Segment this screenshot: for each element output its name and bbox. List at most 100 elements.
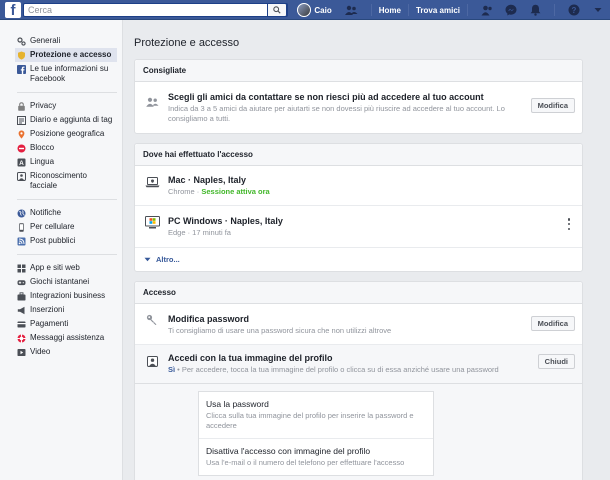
sidebar-item-giochi[interactable]: Giochi istantanei (17, 275, 117, 289)
mobile-icon (17, 222, 26, 232)
search-icon (273, 6, 281, 14)
sidebar-item-integrazioni[interactable]: Integrazioni business (17, 289, 117, 303)
sidebar-item-label: Generali (30, 36, 61, 45)
sidebar-item-label: Video (30, 347, 51, 356)
sidebar-item-label: Diario e aggiunta di tag (30, 115, 113, 124)
disable-profile-picture-login-option[interactable]: Disattiva l'accesso con immagine del pro… (199, 438, 433, 475)
profile-link[interactable]: Caio (314, 6, 331, 15)
chevron-down-icon (144, 257, 151, 262)
laptop-icon (144, 175, 160, 189)
search-button[interactable] (267, 3, 287, 17)
avatar[interactable] (297, 3, 312, 17)
session-row: Mac · Naples, Italy Chrome · Sessione at… (135, 166, 582, 205)
sidebar-item-diario[interactable]: Diario e aggiunta di tag (17, 113, 117, 127)
show-more-sessions-link[interactable]: Altro... (135, 247, 582, 271)
sidebar-item-label: Giochi istantanei (30, 277, 90, 286)
sessions-card: Dove hai effettuato l'accesso Mac · Napl… (134, 143, 583, 272)
session-row: PC Windows · Naples, Italy Edge · 17 min… (135, 205, 582, 247)
sidebar-item-app-e-siti[interactable]: App e siti web (17, 261, 117, 275)
notifications-icon[interactable] (528, 3, 542, 17)
sidebar-group-notifications: Notifiche Per cellulare Post pubblici (17, 206, 117, 255)
sidebar-item-label: Messaggi assistenza (30, 333, 105, 342)
divider (467, 4, 468, 16)
apps-icon (17, 264, 26, 273)
block-icon (17, 144, 26, 153)
games-icon (17, 278, 26, 287)
trusted-contacts-title: Scegli gli amici da contattare se non ri… (168, 92, 484, 102)
login-header: Accesso (135, 282, 582, 304)
sidebar-item-messaggi-assistenza[interactable]: Messaggi assistenza (17, 331, 117, 345)
globe-icon (17, 209, 26, 218)
sidebar-item-posizione[interactable]: Posizione geografica (17, 127, 117, 141)
edit-trusted-contacts-button[interactable]: Modifica (530, 98, 575, 113)
search-input[interactable] (28, 4, 268, 16)
people-icon[interactable] (345, 3, 359, 17)
sidebar-item-label: Inserzioni (30, 305, 65, 314)
nav-right: Caio Home Trova amici ? (297, 0, 610, 20)
change-password-description: Ti consigliamo di usare una password sic… (168, 326, 392, 335)
facebook-logo[interactable]: f (5, 2, 21, 18)
profile-picture-login-title: Accedi con la tua immagine del profilo (168, 353, 333, 363)
sidebar-item-label: Post pubblici (30, 236, 76, 245)
login-card: Accesso Modifica password Ti consigliamo… (134, 281, 583, 480)
sidebar-item-pagamenti[interactable]: Pagamenti (17, 317, 117, 331)
use-password-option[interactable]: Usa la password Clicca sulla tua immagin… (199, 392, 433, 438)
change-password-button[interactable]: Modifica (530, 316, 575, 331)
sidebar-item-generali[interactable]: Generali (17, 34, 117, 48)
sidebar-item-notifiche[interactable]: Notifiche (17, 206, 117, 220)
sidebar-item-privacy[interactable]: Privacy (17, 99, 117, 113)
profile-picture-login-row: Accedi con la tua immagine del profilo S… (135, 344, 582, 383)
sidebar-item-label: Le tue informazioni su Facebook (30, 64, 109, 83)
profile-picture-options-box: Usa la password Clicca sulla tua immagin… (198, 391, 434, 476)
session-meta: Chrome · Sessione attiva ora (168, 187, 518, 197)
sidebar-item-label: Riconoscimento facciale (30, 171, 87, 190)
recommended-header: Consigliate (135, 60, 582, 82)
help-icon[interactable]: ? (567, 3, 581, 17)
shield-icon (17, 51, 26, 60)
language-icon: A (17, 158, 26, 167)
option-description: Usa l'e-mail o il numero del telefono pe… (206, 458, 405, 467)
business-icon (17, 291, 26, 301)
find-friends-link[interactable]: Trova amici (416, 6, 460, 15)
option-title: Disattiva l'accesso con immagine del pro… (206, 446, 371, 456)
recommended-card: Consigliate Scegli gli amici da contatta… (134, 59, 583, 134)
svg-text:A: A (19, 160, 24, 167)
change-password-row: Modifica password Ti consigliamo di usar… (135, 304, 582, 344)
session-options-icon[interactable] (567, 218, 571, 230)
messenger-icon[interactable] (504, 3, 518, 17)
facebook-icon (17, 64, 26, 74)
profile-picture-icon (144, 354, 160, 368)
settings-sidebar: Generali Protezione e accesso Le tue inf… (0, 20, 123, 480)
video-icon (17, 348, 26, 357)
close-button[interactable]: Chiudi (537, 354, 575, 369)
windows-pc-icon (144, 215, 160, 229)
profile-picture-login-detail: • Per accedere, tocca la tua immagine de… (175, 365, 499, 374)
sidebar-item-label: Lingua (30, 157, 55, 166)
sidebar-item-inserzioni[interactable]: Inserzioni (17, 303, 117, 317)
sidebar-item-post-pubblici[interactable]: Post pubblici (17, 234, 117, 248)
sidebar-group-privacy: Privacy Diario e aggiunta di tag Posizio… (17, 99, 117, 200)
sidebar-item-riconoscimento[interactable]: Riconoscimento facciale (17, 169, 117, 193)
account-menu-chevron-icon[interactable] (591, 3, 605, 17)
sidebar-item-lingua[interactable]: A Lingua (17, 155, 117, 169)
sidebar-item-label: Blocco (30, 143, 55, 152)
sidebar-item-per-cellulare[interactable]: Per cellulare (17, 220, 117, 234)
sidebar-item-label: Pagamenti (30, 319, 69, 328)
session-meta: Edge · 17 minuti fa (168, 228, 231, 237)
lock-icon (17, 101, 26, 111)
friend-requests-icon[interactable] (480, 3, 494, 17)
divider (554, 4, 555, 16)
sidebar-item-le-tue-informazioni[interactable]: Le tue informazioni su Facebook (17, 62, 117, 86)
top-navigation-bar: f Caio Home Trova amici ? (0, 0, 610, 20)
change-password-title: Modifica password (168, 314, 250, 324)
sidebar-item-video[interactable]: Video (17, 345, 117, 359)
session-title: PC Windows · Naples, Italy (168, 216, 283, 226)
sidebar-item-label: Posizione geografica (30, 129, 105, 138)
friends-icon (144, 95, 160, 109)
sidebar-item-label: App e siti web (30, 263, 80, 272)
svg-text:?: ? (572, 6, 577, 15)
sidebar-item-blocco[interactable]: Blocco (17, 141, 117, 155)
payments-icon (17, 320, 26, 329)
sidebar-item-protezione[interactable]: Protezione e accesso (15, 48, 117, 62)
home-link[interactable]: Home (379, 6, 401, 15)
